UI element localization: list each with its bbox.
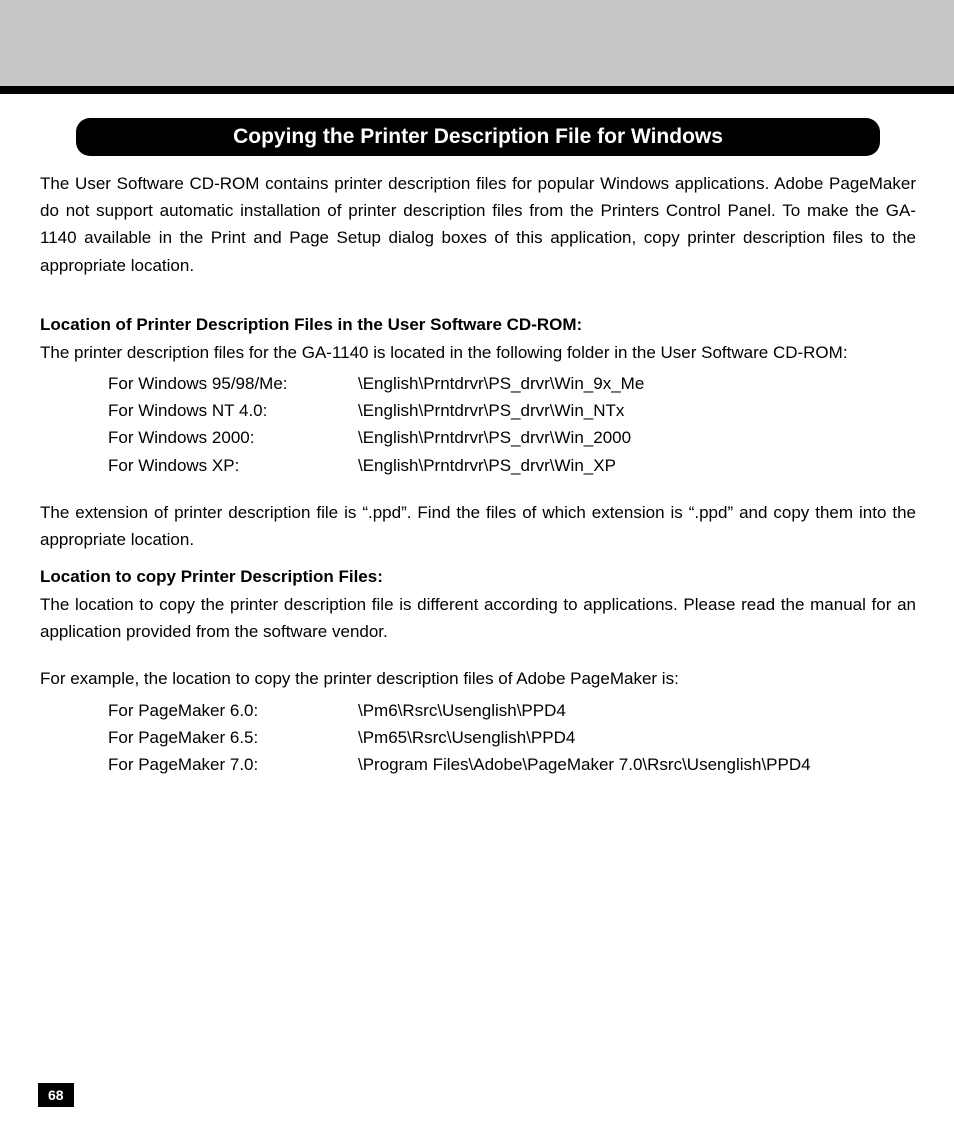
path-label: For Windows 2000: xyxy=(108,424,358,451)
section2-heading: Location to copy Printer Description Fil… xyxy=(40,567,916,587)
path-value: \Pm65\Rsrc\Usenglish\PPD4 xyxy=(358,724,916,751)
table-row: For Windows 95/98/Me: \English\Prntdrvr\… xyxy=(108,370,916,397)
table-row: For Windows 2000: \English\Prntdrvr\PS_d… xyxy=(108,424,916,451)
section2-example-intro: For example, the location to copy the pr… xyxy=(40,665,916,692)
path-value: \English\Prntdrvr\PS_drvr\Win_NTx xyxy=(358,397,916,424)
path-value: \English\Prntdrvr\PS_drvr\Win_2000 xyxy=(358,424,916,451)
table-row: For PageMaker 7.0: \Program Files\Adobe\… xyxy=(108,751,916,778)
path-label: For PageMaker 6.0: xyxy=(108,697,358,724)
page-number: 68 xyxy=(38,1083,74,1107)
section2-lead: The location to copy the printer descrip… xyxy=(40,591,916,645)
header-band xyxy=(0,0,954,94)
section1-paths-table: For Windows 95/98/Me: \English\Prntdrvr\… xyxy=(108,370,916,479)
section1-lead: The printer description files for the GA… xyxy=(40,339,916,366)
page-title: Copying the Printer Description File for… xyxy=(76,118,880,156)
path-value: \English\Prntdrvr\PS_drvr\Win_9x_Me xyxy=(358,370,916,397)
path-value: \English\Prntdrvr\PS_drvr\Win_XP xyxy=(358,452,916,479)
path-label: For Windows NT 4.0: xyxy=(108,397,358,424)
table-row: For Windows NT 4.0: \English\Prntdrvr\PS… xyxy=(108,397,916,424)
section1-heading: Location of Printer Description Files in… xyxy=(40,315,916,335)
table-row: For Windows XP: \English\Prntdrvr\PS_drv… xyxy=(108,452,916,479)
section1-note: The extension of printer description fil… xyxy=(40,499,916,553)
section2-paths-table: For PageMaker 6.0: \Pm6\Rsrc\Usenglish\P… xyxy=(108,697,916,779)
path-value: \Pm6\Rsrc\Usenglish\PPD4 xyxy=(358,697,916,724)
path-label: For Windows 95/98/Me: xyxy=(108,370,358,397)
page-content: Copying the Printer Description File for… xyxy=(0,94,954,778)
intro-paragraph: The User Software CD-ROM contains printe… xyxy=(40,170,916,279)
table-row: For PageMaker 6.5: \Pm65\Rsrc\Usenglish\… xyxy=(108,724,916,751)
path-value: \Program Files\Adobe\PageMaker 7.0\Rsrc\… xyxy=(358,751,916,778)
path-label: For PageMaker 7.0: xyxy=(108,751,358,778)
table-row: For PageMaker 6.0: \Pm6\Rsrc\Usenglish\P… xyxy=(108,697,916,724)
path-label: For Windows XP: xyxy=(108,452,358,479)
path-label: For PageMaker 6.5: xyxy=(108,724,358,751)
